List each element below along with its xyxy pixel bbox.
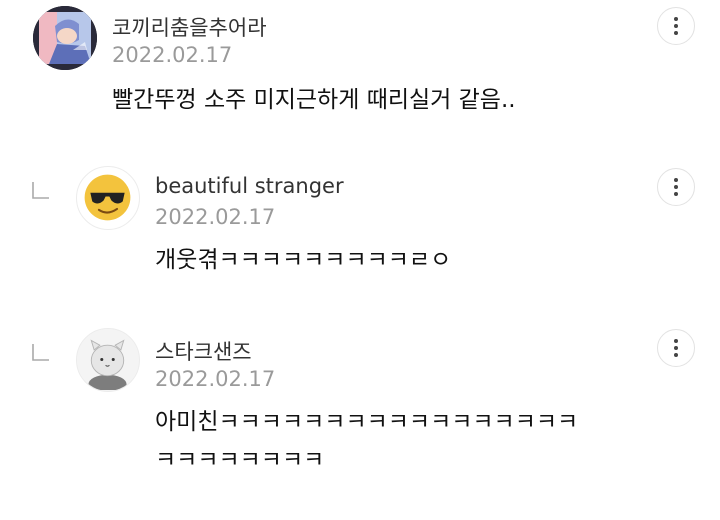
username[interactable]: beautiful stranger: [155, 174, 344, 198]
comment-date: 2022.02.17: [155, 367, 276, 391]
comment-date: 2022.02.17: [155, 205, 276, 229]
avatar[interactable]: [76, 328, 140, 392]
more-vertical-icon: [674, 178, 678, 196]
more-options-button[interactable]: [657, 329, 695, 367]
comment-text-line-1: 아미친ㅋㅋㅋㅋㅋㅋㅋㅋㅋㅋㅋㅋㅋㅋㅋㅋㅋ: [155, 409, 579, 435]
username[interactable]: 스타크샌즈: [155, 336, 252, 366]
reply-item: beautiful stranger 2022.02.17 개웃겪ㅋㅋㅋㅋㅋㅋㅋ…: [0, 160, 720, 310]
sunglasses-emoji-avatar-icon: [84, 174, 131, 221]
username[interactable]: 코끼리춤을추어라: [112, 12, 267, 42]
more-options-button[interactable]: [657, 7, 695, 45]
reply-arrow-icon: [32, 344, 49, 361]
avatar[interactable]: [76, 166, 140, 230]
comment-text: 빨간뚜껑 소주 미지근하게 때리실거 같음..: [112, 87, 516, 113]
reply-item: 스타크샌즈 2022.02.17 아미친ㅋㅋㅋㅋㅋㅋㅋㅋㅋㅋㅋㅋㅋㅋㅋㅋㅋ ㅋㅋ…: [0, 322, 720, 512]
comment-text-line-2: ㅋㅋㅋㅋㅋㅋㅋㅋ: [155, 447, 325, 473]
more-options-button[interactable]: [657, 168, 695, 206]
comment-text: 개웃겪ㅋㅋㅋㅋㅋㅋㅋㅋㅋㄹㅇ: [155, 247, 452, 273]
reply-arrow-icon: [32, 182, 49, 199]
anime-character-avatar-icon: [33, 6, 97, 70]
more-vertical-icon: [674, 17, 678, 35]
more-vertical-icon: [674, 339, 678, 357]
comment-item: 코끼리춤을추어라 2022.02.17 빨간뚜껑 소주 미지근하게 때리실거 같…: [0, 0, 720, 140]
avatar[interactable]: [33, 6, 97, 70]
comment-date: 2022.02.17: [112, 43, 233, 67]
bear-avatar-icon: [77, 329, 138, 391]
